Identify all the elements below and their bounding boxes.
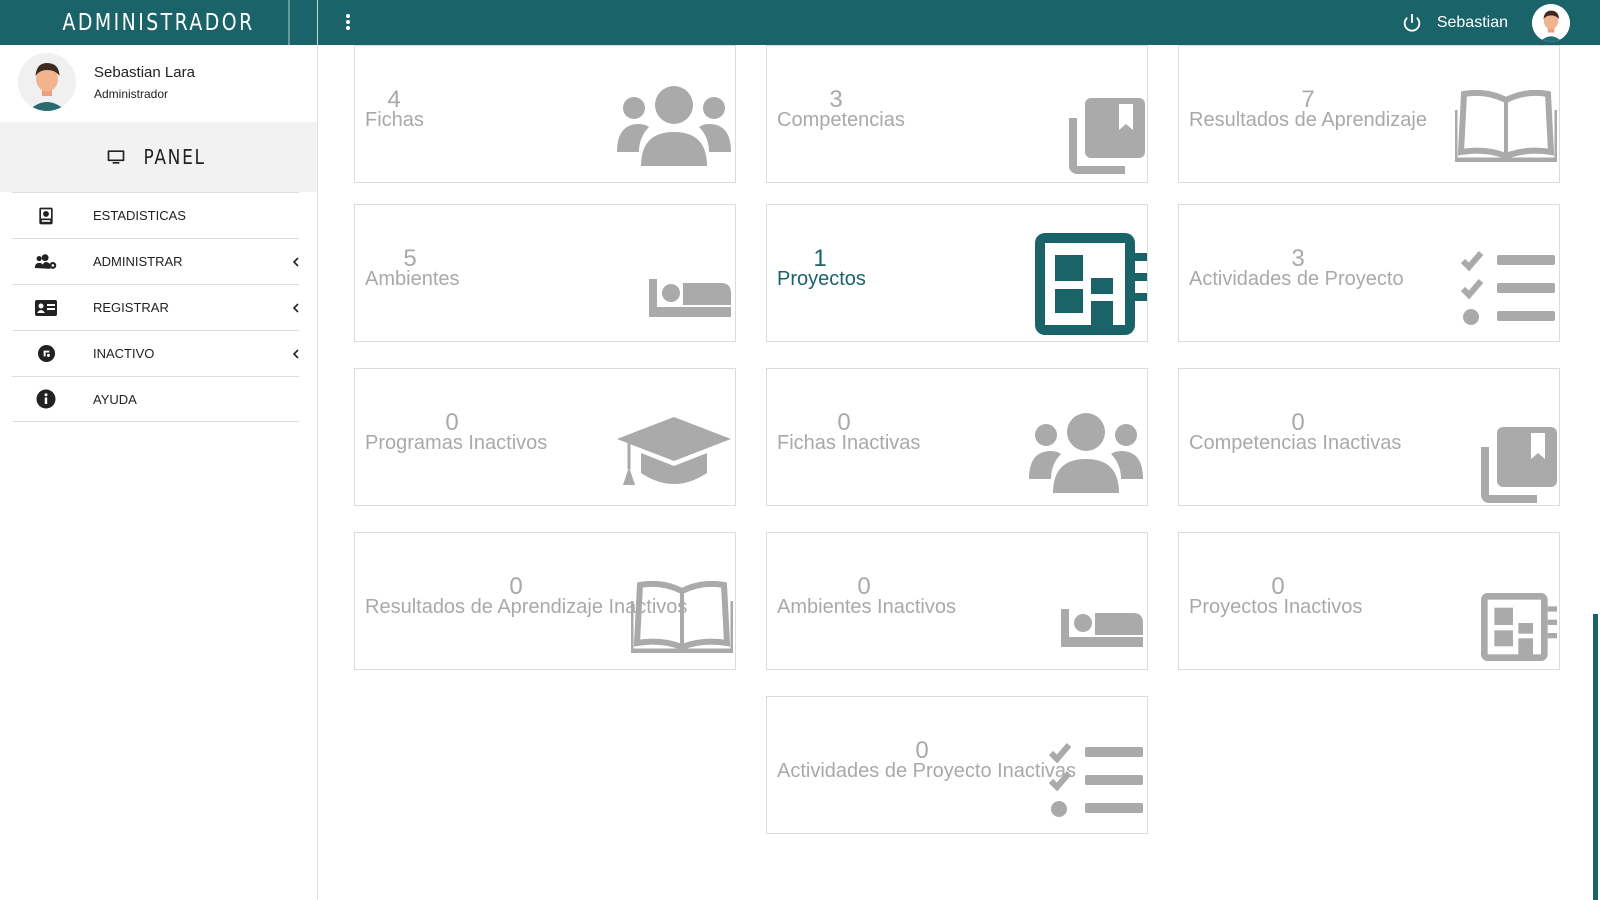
project-board-icon [1481, 593, 1557, 661]
card-label: Ambientes Inactivos [777, 596, 956, 618]
card-label: Fichas [365, 109, 424, 131]
card-label: Competencias Inactivas [1189, 432, 1402, 454]
card-proyectos-inactivos[interactable]: 0 Proyectos Inactivos [1178, 532, 1560, 670]
card-programas-inactivos[interactable]: 0 Programas Inactivos [354, 368, 736, 506]
sidebar-item-ayuda[interactable]: AYUDA [12, 376, 299, 422]
task-list-icon [1049, 743, 1143, 817]
card-fichas-inactivas[interactable]: 0 Fichas Inactivas [766, 368, 1148, 506]
inactive-circle-icon [34, 342, 58, 366]
graduation-cap-icon [617, 417, 731, 485]
sidebar-item-administrar[interactable]: ADMINISTRAR [12, 238, 299, 284]
card-ambientes-inactivos[interactable]: 0 Ambientes Inactivos [766, 532, 1148, 670]
card-label: Fichas Inactivas [777, 432, 921, 454]
sidebar-item-label: ESTADISTICAS [93, 208, 186, 223]
card-competencias-inactivas[interactable]: 0 Competencias Inactivas [1178, 368, 1560, 506]
profile-avatar [18, 53, 76, 111]
panel-label: PANEL [143, 145, 206, 169]
bed-icon [649, 279, 731, 317]
card-label: Programas Inactivos [365, 432, 548, 454]
card-label: Competencias [777, 109, 905, 131]
users-icon [617, 86, 731, 166]
brand-area: ADMINISTRADOR [0, 0, 318, 45]
profile-name: Sebastian Lara [94, 64, 195, 81]
chevron-left-icon[interactable] [291, 256, 301, 267]
sidebar-item-label: REGISTRAR [93, 300, 169, 315]
card-actividades[interactable]: 3 Actividades de Proyecto [1178, 204, 1560, 342]
chevron-left-icon[interactable] [291, 302, 301, 313]
avatar-icon [18, 53, 76, 111]
card-resultados-inactivos[interactable]: 0 Resultados de Aprendizaje Inactivos [354, 532, 736, 670]
sidebar-item-estadisticas[interactable]: ESTADISTICAS [12, 192, 299, 238]
id-card-icon [34, 296, 58, 320]
profile-role: Administrador [94, 87, 169, 101]
top-user-area: Sebastian [1401, 0, 1570, 45]
bed-icon [1061, 609, 1143, 647]
open-book-icon [1455, 90, 1557, 162]
open-book-icon [631, 581, 733, 653]
chevron-left-icon[interactable] [291, 348, 301, 359]
sidebar-item-registrar[interactable]: REGISTRAR [12, 284, 299, 330]
card-resultados[interactable]: 7 Resultados de Aprendizaje [1178, 45, 1560, 183]
menu-toggle-icon[interactable] [340, 12, 356, 34]
sidebar-item-label: AYUDA [93, 391, 137, 407]
panel-nav-item[interactable]: PANEL [0, 122, 317, 192]
top-avatar[interactable] [1532, 3, 1570, 42]
card-label: Proyectos [777, 268, 866, 290]
card-proyectos[interactable]: 1 Proyectos [766, 204, 1148, 342]
book-bookmark-icon [1069, 98, 1145, 174]
users-icon [1029, 413, 1143, 493]
project-board-icon [1035, 233, 1147, 335]
card-label: Ambientes [365, 268, 460, 290]
top-user-name[interactable]: Sebastian [1437, 14, 1508, 32]
card-label: Resultados de Aprendizaje [1189, 109, 1427, 131]
card-fichas[interactable]: 4 Fichas [354, 45, 736, 183]
users-gear-icon [34, 250, 58, 274]
card-competencias[interactable]: 3 Competencias [766, 45, 1148, 183]
card-ambientes[interactable]: 5 Ambientes [354, 204, 736, 342]
top-bar: ADMINISTRADOR Sebastian [0, 0, 1600, 45]
sidebar-item-label: INACTIVO [93, 346, 155, 361]
card-label: Actividades de Proyecto [1189, 268, 1404, 290]
monitor-icon [107, 150, 125, 164]
book-bookmark-icon [1481, 427, 1557, 503]
sidebar-item-inactivo[interactable]: INACTIVO [12, 330, 299, 376]
card-label: Actividades de Proyecto Inactivas [777, 760, 1077, 782]
card-label: Proyectos Inactivos [1189, 596, 1363, 618]
info-circle-icon [34, 387, 58, 411]
sidebar-profile: Sebastian Lara Administrador [0, 45, 317, 122]
card-actividades-inactivas[interactable]: 0 Actividades de Proyecto Inactivas [766, 696, 1148, 834]
sidebar-item-label: ADMINISTRAR [93, 254, 183, 269]
page-scrollbar[interactable] [1593, 614, 1598, 900]
power-icon[interactable] [1401, 12, 1423, 34]
task-list-icon [1461, 251, 1555, 325]
sidebar: Sebastian Lara Administrador PANEL ESTAD… [0, 45, 318, 900]
avatar-icon [1532, 3, 1570, 42]
brand-title[interactable]: ADMINISTRADOR [29, 0, 290, 45]
sidebar-menu: ESTADISTICAS ADMINISTRAR REGISTRAR INACT… [12, 192, 299, 422]
chart-book-icon [34, 204, 58, 228]
